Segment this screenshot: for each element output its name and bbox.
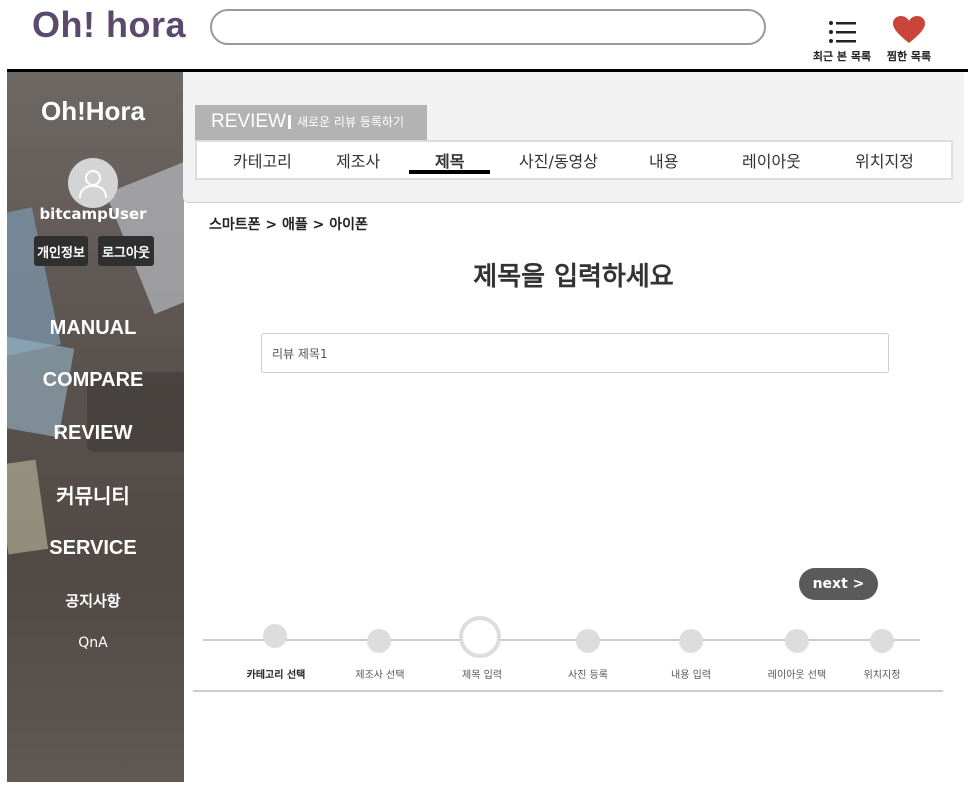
page-title: 제목을 입력하세요	[473, 262, 674, 292]
nav-community[interactable]: 커뮤니티	[7, 480, 179, 509]
sidebar-title[interactable]: Oh!Hora	[7, 96, 179, 127]
tab-media[interactable]: 사진/동영상	[519, 148, 598, 172]
progress-label: 제목 입력	[462, 670, 502, 681]
progress-track	[203, 639, 920, 641]
nav-manual[interactable]: MANUAL	[7, 317, 179, 340]
progress-dot	[785, 629, 809, 653]
username: bitcampUser	[39, 205, 147, 223]
profile-button[interactable]: 개인정보	[34, 236, 88, 266]
nav-review[interactable]: REVIEW	[7, 422, 179, 445]
recent-list-button[interactable]: 최근 본 목록	[812, 12, 872, 64]
review-tab-title: REVIEW	[211, 111, 286, 132]
review-tab[interactable]: REVIEW 새로운 리뷰 등록하기	[195, 105, 427, 141]
progress-label: 내용 입력	[671, 670, 711, 681]
nav-compare[interactable]: COMPARE	[7, 369, 179, 392]
progress-label: 레이아웃 선택	[767, 670, 827, 681]
site-logo[interactable]: Oh! hora	[32, 4, 186, 46]
recent-list-label: 최근 본 목록	[812, 50, 872, 63]
progress-label: 제조사 선택	[355, 670, 405, 681]
progress-dot	[367, 629, 391, 653]
heart-icon	[879, 12, 939, 44]
wish-list-label: 찜한 목록	[886, 50, 932, 63]
review-panel: REVIEW 새로운 리뷰 등록하기 카테고리 제조사 제목 사진/동영상 내용…	[183, 72, 964, 203]
progress-dot	[679, 629, 703, 653]
review-title-input[interactable]	[261, 333, 889, 373]
progress-dot	[576, 629, 600, 653]
tab-category[interactable]: 카테고리	[233, 148, 292, 172]
nav-service[interactable]: SERVICE	[7, 537, 179, 560]
sidebar: Oh!Hora bitcampUser 개인정보 로그아웃 MANUAL COM…	[7, 72, 184, 782]
avatar[interactable]	[68, 158, 118, 208]
nav-notice[interactable]: 공지사항	[7, 590, 179, 611]
progress-dot	[870, 629, 894, 653]
tab-content[interactable]: 내용	[649, 148, 678, 172]
tab-manufacturer[interactable]: 제조사	[336, 148, 380, 172]
nav-qna[interactable]: QnA	[7, 635, 179, 651]
progress-label: 카테고리 선택	[246, 670, 306, 681]
logout-button[interactable]: 로그아웃	[98, 236, 154, 266]
wish-list-button[interactable]: 찜한 목록	[879, 12, 939, 64]
tab-title[interactable]: 제목	[435, 148, 464, 172]
progress-divider	[193, 690, 943, 692]
search-input[interactable]	[210, 9, 766, 45]
progress-dot	[263, 624, 287, 648]
progress-dot-current	[459, 616, 501, 658]
user-icon	[79, 170, 107, 199]
active-tab-indicator	[409, 170, 490, 174]
progress-label: 사진 등록	[568, 670, 608, 681]
tab-layout[interactable]: 레이아웃	[742, 148, 801, 172]
progress-label: 위치지정	[863, 670, 901, 681]
review-tab-subtitle: 새로운 리뷰 등록하기	[288, 115, 404, 129]
next-button[interactable]: next >	[799, 568, 878, 600]
tab-location[interactable]: 위치지정	[855, 148, 914, 172]
breadcrumb: 스마트폰 > 애플 > 아이폰	[209, 217, 368, 233]
list-icon	[812, 12, 872, 44]
step-tabs: 카테고리 제조사 제목 사진/동영상 내용 레이아웃 위치지정	[195, 140, 953, 180]
